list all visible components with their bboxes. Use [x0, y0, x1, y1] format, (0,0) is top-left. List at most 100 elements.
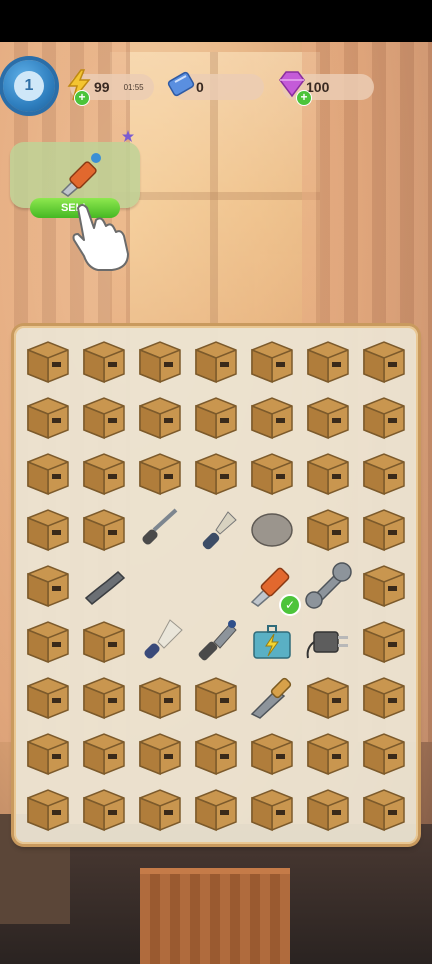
board-cell[interactable]	[132, 724, 188, 780]
tickets-counter[interactable]: 0	[167, 71, 264, 100]
board-cell[interactable]	[244, 780, 300, 836]
board-cell[interactable]	[188, 724, 244, 780]
toolbox-icon	[253, 625, 291, 659]
board-cell[interactable]	[244, 444, 300, 500]
board-cell[interactable]	[20, 612, 76, 668]
board-cell[interactable]	[244, 612, 300, 668]
board-cell[interactable]	[356, 668, 412, 724]
energy-counter[interactable]: 99 01:55 +	[67, 69, 154, 106]
box-icon	[363, 509, 405, 552]
board-cell[interactable]	[300, 612, 356, 668]
board-cell[interactable]	[244, 724, 300, 780]
board-cell[interactable]	[132, 332, 188, 388]
board-cell[interactable]	[20, 444, 76, 500]
add-gems-icon[interactable]: +	[296, 90, 312, 106]
board-cell[interactable]	[300, 500, 356, 556]
board-cell[interactable]	[244, 332, 300, 388]
board-cell[interactable]	[188, 388, 244, 444]
board-cell[interactable]	[76, 388, 132, 444]
box-icon	[363, 565, 405, 608]
board-cell[interactable]	[188, 612, 244, 668]
box-icon	[27, 341, 69, 384]
board-cell[interactable]	[188, 780, 244, 836]
board-cell[interactable]	[300, 780, 356, 836]
box-icon	[307, 789, 349, 832]
box-icon	[27, 397, 69, 440]
board-cell[interactable]	[300, 332, 356, 388]
box-icon	[83, 453, 125, 496]
board-cell[interactable]	[244, 388, 300, 444]
board-cell[interactable]	[76, 444, 132, 500]
board-cell[interactable]	[300, 388, 356, 444]
feather-duster-icon	[144, 619, 183, 659]
board-cell[interactable]	[76, 612, 132, 668]
gems-counter[interactable]: 100 +	[279, 71, 374, 106]
level-badge[interactable]: 1	[3, 60, 55, 112]
board-cell[interactable]	[300, 724, 356, 780]
board-cell-empty[interactable]	[188, 556, 244, 612]
stone-icon	[251, 513, 293, 547]
box-icon	[27, 565, 69, 608]
board-cell[interactable]	[76, 332, 132, 388]
board-cell[interactable]	[300, 668, 356, 724]
board-cell[interactable]	[356, 780, 412, 836]
board-cell[interactable]	[244, 500, 300, 556]
board-cell[interactable]	[20, 332, 76, 388]
board-cell[interactable]	[132, 444, 188, 500]
board-cell[interactable]	[244, 668, 300, 724]
board-cell[interactable]	[188, 668, 244, 724]
board-cell[interactable]	[20, 724, 76, 780]
checkmark-icon: ✓	[279, 594, 301, 616]
box-icon	[363, 733, 405, 776]
box-icon	[83, 789, 125, 832]
board-cell[interactable]	[188, 332, 244, 388]
box-icon	[27, 621, 69, 664]
box-icon	[307, 509, 349, 552]
board-cell[interactable]	[132, 668, 188, 724]
board-cell[interactable]	[356, 332, 412, 388]
board-cell[interactable]	[20, 388, 76, 444]
board-cell[interactable]	[356, 500, 412, 556]
board-cell[interactable]	[356, 388, 412, 444]
board-cell[interactable]	[300, 556, 356, 612]
box-icon	[195, 453, 237, 496]
board-cell[interactable]	[20, 556, 76, 612]
board-cell[interactable]	[20, 668, 76, 724]
board-cell[interactable]	[76, 500, 132, 556]
board-cell[interactable]	[76, 556, 132, 612]
board-cell[interactable]	[132, 388, 188, 444]
box-icon	[307, 453, 349, 496]
screwdriver-icon	[142, 508, 178, 545]
box-icon	[139, 341, 181, 384]
board-cell[interactable]	[76, 780, 132, 836]
board-cell-empty[interactable]	[132, 556, 188, 612]
board-cell[interactable]	[356, 444, 412, 500]
board-cell[interactable]	[356, 612, 412, 668]
board-cell[interactable]	[132, 780, 188, 836]
board-cell[interactable]	[20, 780, 76, 836]
board-cell[interactable]	[356, 724, 412, 780]
board-cell[interactable]	[356, 556, 412, 612]
chisel-icon	[198, 620, 237, 661]
utility-knife-icon	[60, 153, 101, 197]
box-icon	[139, 677, 181, 720]
laundry-basket	[140, 868, 290, 964]
box-icon	[83, 341, 125, 384]
add-energy-icon[interactable]: +	[74, 90, 90, 106]
knife-blade-icon	[250, 677, 292, 719]
board-cell[interactable]	[188, 444, 244, 500]
board-cell[interactable]	[188, 500, 244, 556]
box-icon	[139, 397, 181, 440]
box-icon	[195, 789, 237, 832]
board-cell[interactable]	[132, 500, 188, 556]
box-icon	[251, 397, 293, 440]
box-icon	[307, 397, 349, 440]
box-icon	[139, 789, 181, 832]
board-cell[interactable]	[76, 724, 132, 780]
board-cell[interactable]	[76, 668, 132, 724]
board-cell[interactable]	[20, 500, 76, 556]
box-icon	[83, 677, 125, 720]
board-cell[interactable]	[132, 612, 188, 668]
energy-value: 99	[94, 79, 110, 95]
board-cell[interactable]	[300, 444, 356, 500]
